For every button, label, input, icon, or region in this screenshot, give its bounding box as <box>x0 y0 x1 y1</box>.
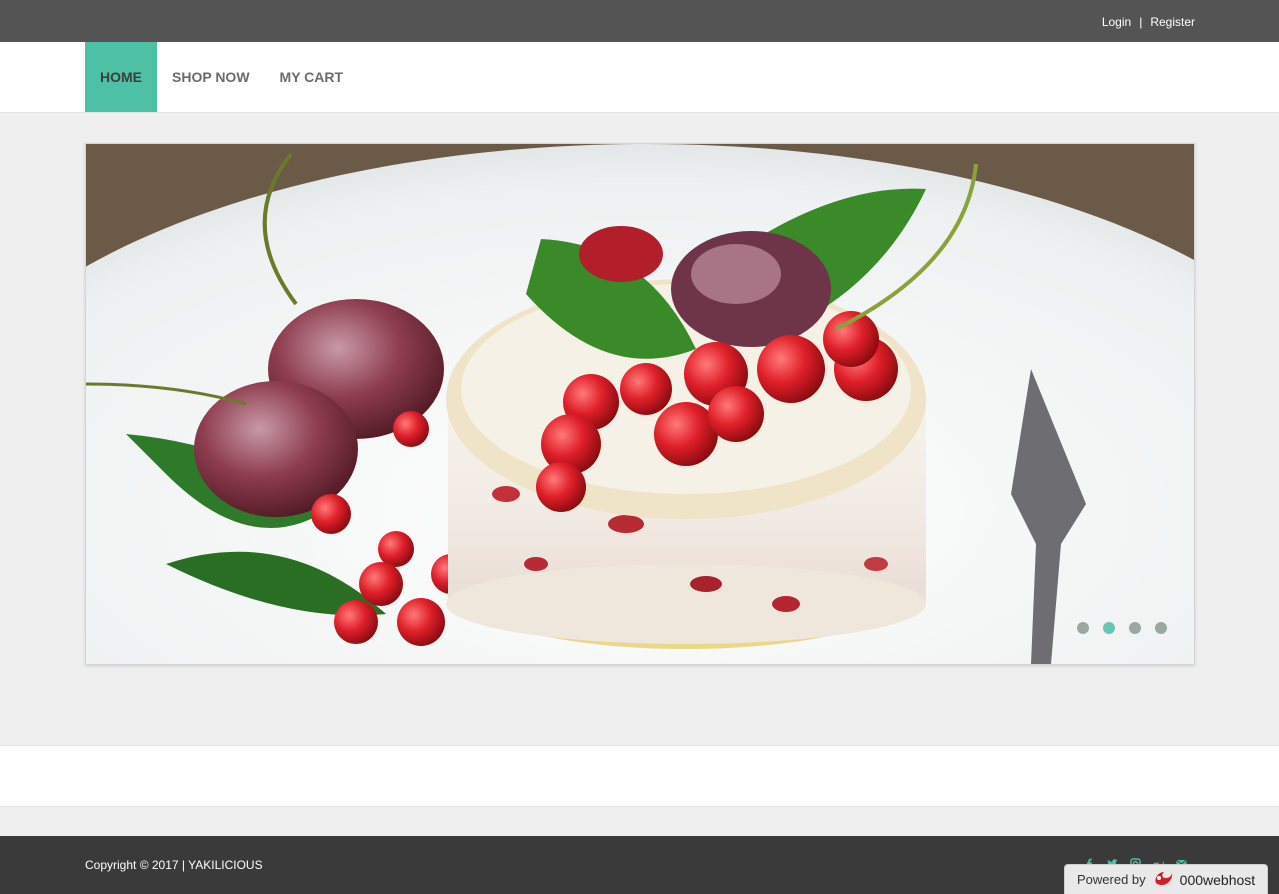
slide-dot-2[interactable] <box>1103 622 1115 634</box>
slide-dot-1[interactable] <box>1077 622 1089 634</box>
slide-dot-3[interactable] <box>1129 622 1141 634</box>
top-bar: Login | Register <box>0 0 1279 42</box>
content-band <box>0 745 1279 807</box>
nav-shop-now[interactable]: SHOP NOW <box>157 42 265 112</box>
copyright-text: Copyright © 2017 | YAKILICIOUS <box>85 858 263 872</box>
separator: | <box>1139 15 1143 29</box>
account-links: Login | Register <box>1102 15 1195 29</box>
register-link[interactable]: Register <box>1150 15 1195 29</box>
hero-slider[interactable] <box>85 143 1195 665</box>
webhost-brand: 000webhost <box>1179 871 1256 888</box>
powered-by-badge[interactable]: Powered by 000webhost <box>1064 864 1268 894</box>
nav-home[interactable]: HOME <box>85 42 157 112</box>
hero-image <box>86 144 1194 664</box>
login-link[interactable]: Login <box>1102 15 1131 29</box>
slide-dot-4[interactable] <box>1155 622 1167 634</box>
main-nav: HOME SHOP NOW MY CART <box>0 42 1279 113</box>
powered-by-text: Powered by <box>1077 872 1146 887</box>
slider-dots <box>1077 622 1167 634</box>
nav-my-cart[interactable]: MY CART <box>265 42 359 112</box>
webhost-logo-icon <box>1152 869 1174 890</box>
